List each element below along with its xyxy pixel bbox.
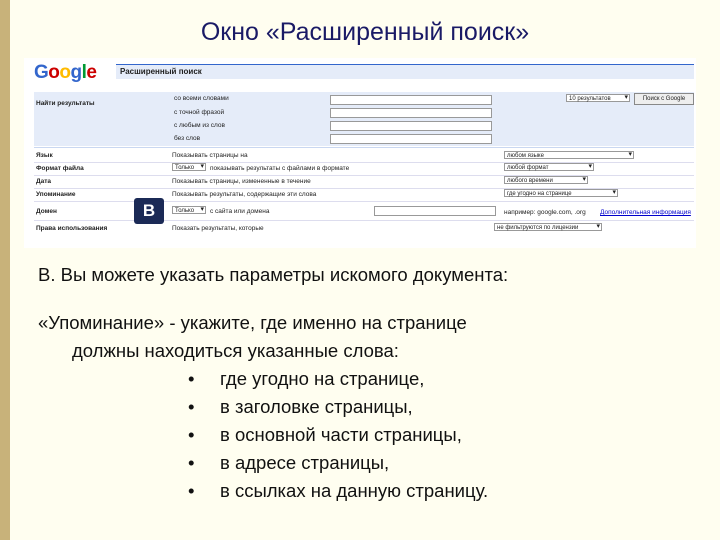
mention-line-1: «Упоминание» - укажите, где именно на ст… — [38, 312, 467, 333]
find-results-label: Найти результаты — [36, 100, 95, 107]
slide: Окно «Расширенный поиск» Google Расширен… — [10, 0, 720, 540]
more-info-link[interactable]: Дополнительная информация — [600, 209, 691, 216]
option-any-words: с любым из слов — [174, 122, 225, 129]
any-words-input[interactable] — [330, 121, 492, 131]
domain-input[interactable] — [374, 206, 496, 216]
option-without-words: без слов — [174, 135, 201, 142]
bullet-symbol: • — [188, 480, 195, 501]
option-exact-phrase: с точной фразой — [174, 109, 225, 116]
google-logo: Google — [34, 62, 97, 84]
row-divider — [34, 220, 694, 221]
google-advanced-search-screenshot: Google Расширенный поиск Найти результат… — [24, 58, 696, 248]
bullet-text: в основной части страницы, — [220, 424, 462, 445]
domain-mode-select[interactable]: Только — [172, 206, 206, 214]
row-label-usage-rights: Права использования — [36, 225, 108, 232]
bullet-text: где угодно на странице, — [220, 368, 425, 389]
slide-title: Окно «Расширенный поиск» — [200, 18, 530, 46]
row-label-file-format: Формат файла — [36, 165, 84, 172]
row-label-mention: Упоминание — [36, 191, 76, 198]
bullet-symbol: • — [188, 396, 195, 417]
row-label-date: Дата — [36, 178, 52, 185]
row-text-language: Показывать страницы на — [172, 152, 248, 159]
file-format-select[interactable]: любой формат — [504, 163, 594, 171]
search-button[interactable]: Поиск с Google — [634, 93, 694, 105]
row-text-domain: с сайта или домена — [210, 208, 270, 215]
results-count-select[interactable]: 10 результатов — [566, 94, 630, 102]
page-header-title: Расширенный поиск — [120, 67, 202, 76]
file-format-mode-select[interactable]: Только — [172, 163, 206, 171]
row-divider — [34, 201, 694, 202]
row-divider — [34, 162, 694, 163]
logo-letter: o — [59, 62, 71, 83]
row-text-date: Показывать страницы, измененные в течени… — [172, 178, 311, 185]
bullet-symbol: • — [188, 424, 195, 445]
language-select[interactable]: любом языке — [504, 151, 634, 159]
row-text-file-format: показывать результаты с файлами в формат… — [210, 165, 350, 172]
usage-rights-select[interactable]: не фильтруются по лицензии — [494, 223, 602, 231]
date-select[interactable]: любого времени — [504, 176, 588, 184]
exact-phrase-input[interactable] — [330, 108, 492, 118]
domain-hint: например: google.com, .org — [504, 209, 586, 216]
logo-letter: G — [34, 62, 49, 83]
row-label-language: Язык — [36, 152, 53, 159]
row-divider — [34, 175, 694, 176]
bullet-text: в заголовке страницы, — [220, 396, 413, 417]
page-header-bar: Расширенный поиск — [116, 64, 694, 79]
mention-select[interactable]: где угодно на странице — [504, 189, 618, 197]
intro-text: B. Вы можете указать параметры искомого … — [38, 264, 509, 285]
option-all-words: со всеми словами — [174, 95, 229, 102]
logo-letter: g — [70, 62, 83, 83]
all-words-input[interactable] — [330, 95, 492, 105]
logo-letter: e — [86, 62, 97, 83]
find-results-box: Найти результаты со всеми словами с точн… — [34, 92, 694, 146]
callout-badge-b: B — [134, 198, 164, 224]
bullet-text: в адресе страницы, — [220, 452, 390, 473]
row-label-domain: Домен — [36, 208, 57, 215]
row-text-mention: Показывать результаты, содержащие эти сл… — [172, 191, 317, 198]
logo-letter: o — [48, 62, 60, 83]
bullet-symbol: • — [188, 452, 195, 473]
mention-line-2: должны находиться указанные слова: — [72, 340, 399, 361]
bullet-symbol: • — [188, 368, 195, 389]
without-words-input[interactable] — [330, 134, 492, 144]
bullet-text: в ссылках на данную страницу. — [220, 480, 489, 501]
row-text-usage-rights: Показать результаты, которые — [172, 225, 264, 232]
options-rows: Язык Показывать страницы на любом языке … — [34, 150, 694, 242]
divider — [34, 147, 694, 148]
